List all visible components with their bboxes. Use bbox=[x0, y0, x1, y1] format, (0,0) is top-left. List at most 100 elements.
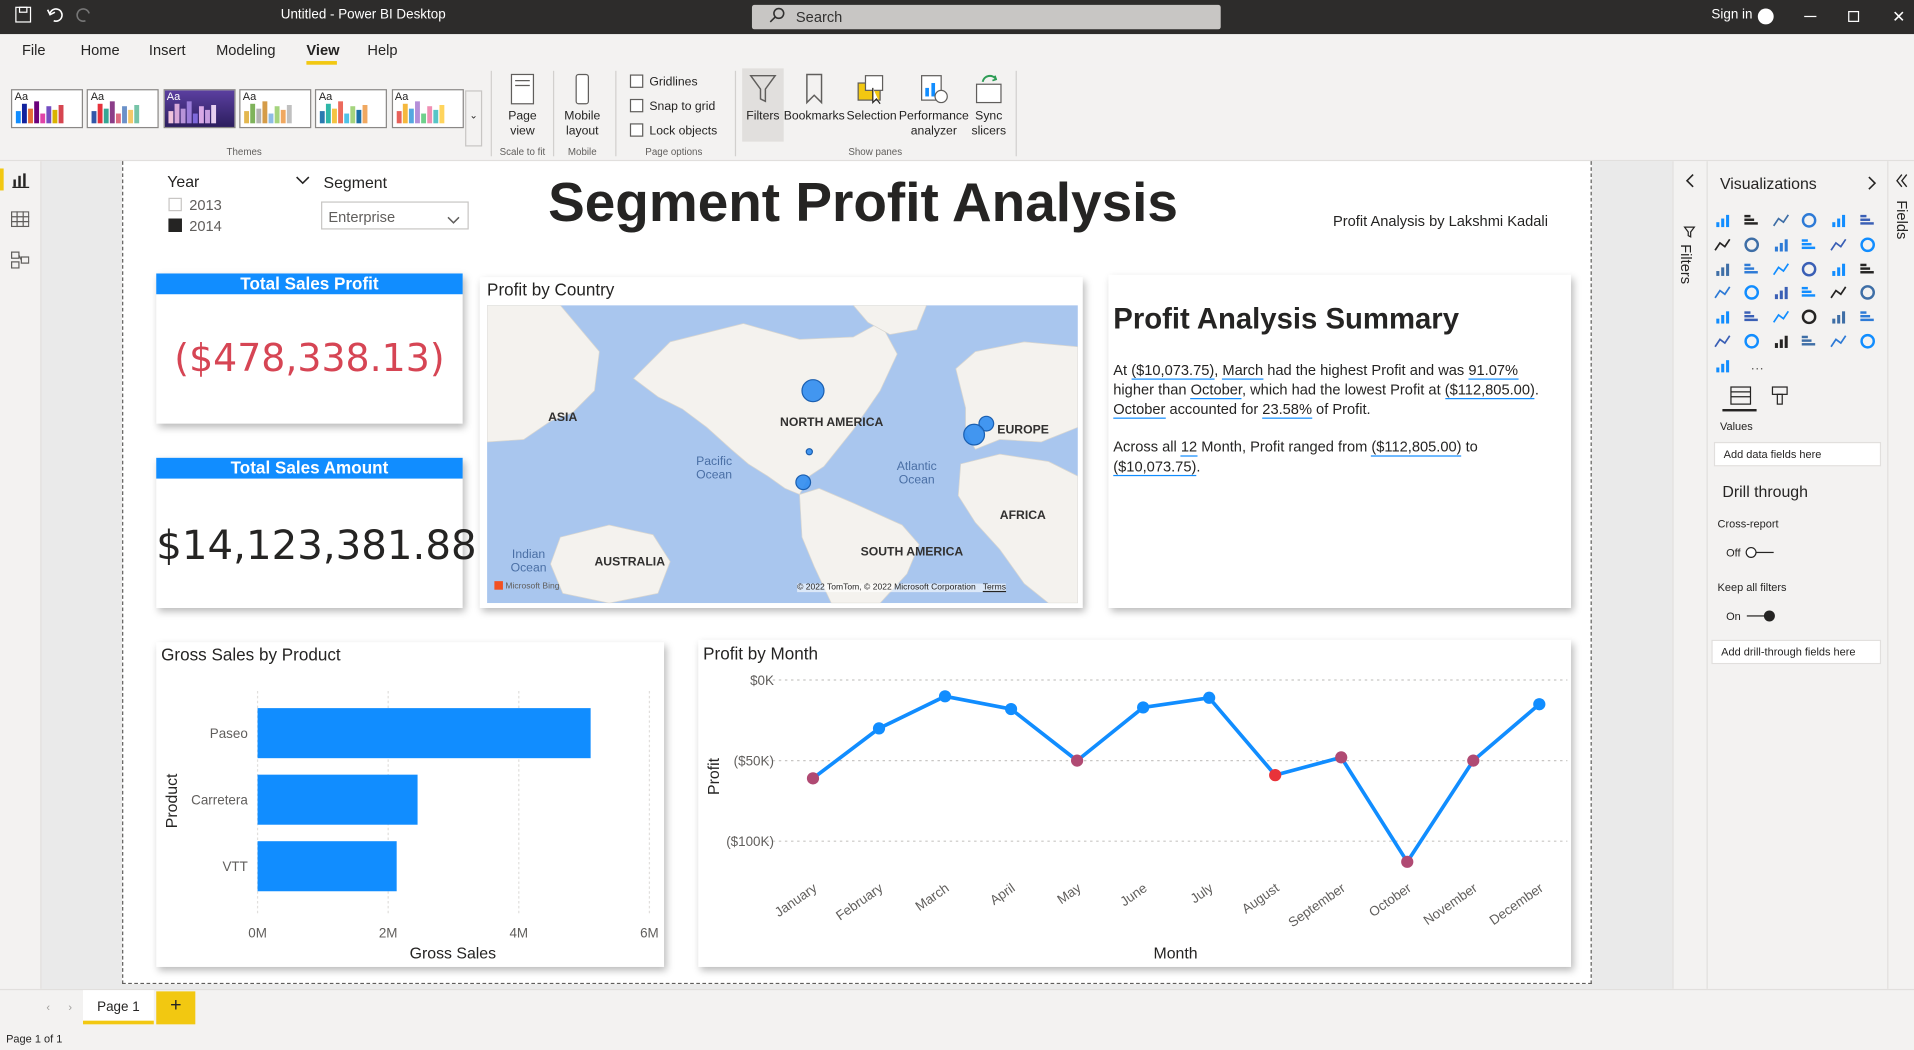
avatar-icon[interactable] bbox=[1757, 8, 1774, 25]
fields-tab-icon[interactable] bbox=[1730, 386, 1752, 412]
menu-view[interactable]: View bbox=[306, 42, 339, 59]
visual-type-icon[interactable] bbox=[1743, 212, 1760, 228]
visual-type-icon[interactable] bbox=[1801, 309, 1818, 325]
close-icon[interactable]: ✕ bbox=[1892, 7, 1905, 27]
kpi-card-amount[interactable]: Total Sales Amount $14,123,381.88 bbox=[156, 457, 477, 609]
visual-type-icon[interactable] bbox=[1801, 261, 1818, 277]
visual-type-icon[interactable] bbox=[1743, 237, 1760, 253]
expand-fields-icon[interactable] bbox=[1896, 172, 1908, 194]
visual-type-icon[interactable] bbox=[1801, 333, 1818, 349]
page-view-button[interactable]: Page view bbox=[505, 73, 539, 139]
menu-help[interactable]: Help bbox=[367, 42, 397, 59]
terms-link[interactable]: Terms bbox=[983, 584, 1006, 593]
snap-to-grid-checkbox[interactable]: Snap to grid bbox=[629, 98, 715, 114]
bookmarks-pane-button[interactable]: Bookmarks bbox=[784, 73, 845, 124]
model-view-icon[interactable] bbox=[10, 251, 30, 275]
theme-swatch[interactable]: Aa bbox=[163, 89, 236, 129]
visual-type-icon[interactable] bbox=[1830, 212, 1847, 228]
menu-home[interactable]: Home bbox=[81, 42, 120, 59]
mobile-layout-button[interactable]: Mobile layout bbox=[559, 73, 605, 139]
save-icon[interactable] bbox=[15, 6, 32, 27]
collapse-viz-icon[interactable] bbox=[1868, 175, 1878, 197]
smart-narrative-card[interactable]: Profit Analysis Summary At ($10,073.75),… bbox=[1108, 274, 1572, 609]
visual-type-icon[interactable] bbox=[1714, 237, 1731, 253]
visual-type-icon[interactable] bbox=[1714, 357, 1731, 373]
report-view-icon[interactable] bbox=[12, 172, 30, 194]
visual-type-icon[interactable] bbox=[1743, 333, 1760, 349]
add-page-button[interactable]: + bbox=[156, 991, 196, 1025]
world-map[interactable] bbox=[487, 305, 1078, 604]
cross-report-toggle[interactable]: Off bbox=[1726, 546, 1774, 559]
add-data-fields-well[interactable]: Add data fields here bbox=[1713, 441, 1882, 467]
segment-dropdown[interactable]: Enterprise bbox=[321, 201, 469, 230]
visual-type-icon[interactable] bbox=[1859, 237, 1876, 253]
minimize-icon[interactable] bbox=[1804, 15, 1817, 18]
sign-in-link[interactable]: Sign in bbox=[1711, 7, 1752, 22]
visual-type-icon[interactable] bbox=[1772, 212, 1789, 228]
visual-type-icon[interactable] bbox=[1743, 285, 1760, 301]
visual-type-icon[interactable] bbox=[1830, 261, 1847, 277]
visual-type-icon[interactable] bbox=[1801, 285, 1818, 301]
map-visual[interactable]: Profit by Country ASIA NORTH AMERICA EUROP… bbox=[479, 277, 1083, 609]
visual-type-icon[interactable] bbox=[1801, 237, 1818, 253]
year-2013-checkbox[interactable] bbox=[168, 197, 182, 212]
add-drill-through-well[interactable]: Add drill-through fields here bbox=[1711, 639, 1882, 665]
format-tab-icon[interactable] bbox=[1770, 386, 1790, 412]
theme-swatch[interactable]: Aa bbox=[10, 89, 84, 129]
prev-page-icon[interactable]: ‹ bbox=[46, 1001, 50, 1013]
visual-type-icon[interactable] bbox=[1743, 261, 1760, 277]
visual-type-icon[interactable] bbox=[1772, 237, 1789, 253]
visual-type-icon[interactable] bbox=[1714, 212, 1731, 228]
next-page-icon[interactable]: › bbox=[68, 1001, 72, 1013]
visual-type-icon[interactable] bbox=[1714, 309, 1731, 325]
visual-type-icon[interactable] bbox=[1859, 285, 1876, 301]
performance-analyzer-button[interactable]: Performance analyzer bbox=[898, 73, 969, 139]
visual-type-icon[interactable] bbox=[1772, 285, 1789, 301]
theme-swatch[interactable]: Aa bbox=[315, 89, 388, 129]
visual-type-icon[interactable] bbox=[1801, 212, 1818, 228]
visual-type-icon[interactable] bbox=[1772, 309, 1789, 325]
tab-page-1[interactable]: Page 1 bbox=[83, 990, 154, 1025]
selection-pane-button[interactable]: Selection bbox=[845, 73, 899, 124]
gridlines-checkbox[interactable]: Gridlines bbox=[629, 74, 698, 89]
visual-type-icon[interactable] bbox=[1714, 261, 1731, 277]
visual-type-icon[interactable] bbox=[1859, 261, 1876, 277]
themes-expand-icon[interactable]: ⌄ bbox=[465, 90, 483, 147]
restore-icon[interactable] bbox=[1848, 10, 1860, 22]
theme-swatch[interactable]: Aa bbox=[239, 89, 312, 129]
visual-type-icon[interactable] bbox=[1830, 333, 1847, 349]
more-visuals-icon[interactable]: ··· bbox=[1750, 361, 1763, 376]
sync-slicers-button[interactable]: Sync slicers bbox=[967, 73, 1011, 139]
visual-type-icon[interactable] bbox=[1772, 261, 1789, 277]
undo-icon[interactable] bbox=[46, 6, 63, 27]
lock-objects-checkbox[interactable]: Lock objects bbox=[629, 123, 717, 138]
kpi-card-profit[interactable]: Total Sales Profit ($478,338.13) bbox=[156, 273, 463, 424]
visual-type-icon[interactable] bbox=[1859, 309, 1876, 325]
theme-swatch[interactable]: Aa bbox=[391, 89, 464, 129]
year-option-2013[interactable]: 2013 bbox=[168, 197, 222, 214]
year-option-2014[interactable]: 2014 bbox=[168, 217, 222, 234]
menu-file[interactable]: File bbox=[22, 42, 46, 59]
theme-swatch[interactable]: Aa bbox=[87, 89, 160, 129]
menu-modeling[interactable]: Modeling bbox=[216, 42, 275, 59]
visual-type-icon[interactable] bbox=[1743, 309, 1760, 325]
menu-insert[interactable]: Insert bbox=[149, 42, 186, 59]
visual-type-icon[interactable] bbox=[1772, 333, 1789, 349]
visual-type-icon[interactable] bbox=[1714, 285, 1731, 301]
visual-type-icon[interactable] bbox=[1859, 212, 1876, 228]
data-view-icon[interactable] bbox=[10, 211, 30, 233]
visual-type-icon[interactable] bbox=[1830, 285, 1847, 301]
year-slicer-chevron-icon[interactable] bbox=[295, 175, 310, 190]
profit-by-month-line-chart[interactable]: Profit by Month $0K ($50K) ($100K) January F… bbox=[698, 639, 1572, 967]
filters-pane[interactable]: Filters bbox=[1672, 161, 1707, 989]
visual-type-icon[interactable] bbox=[1830, 309, 1847, 325]
search-input[interactable]: Search bbox=[751, 4, 1221, 30]
gross-sales-bar-chart[interactable]: Gross Sales by Product 0M 2M 4M 6M Paseo Carr… bbox=[156, 642, 665, 967]
visual-type-icon[interactable] bbox=[1859, 333, 1876, 349]
visual-type-icon[interactable] bbox=[1830, 237, 1847, 253]
visual-type-icon[interactable] bbox=[1714, 333, 1731, 349]
filters-pane-button[interactable]: Filters bbox=[742, 73, 784, 124]
year-2014-checkbox[interactable] bbox=[168, 218, 182, 232]
expand-filters-icon[interactable] bbox=[1685, 172, 1695, 194]
fields-pane[interactable]: Fields bbox=[1887, 161, 1914, 989]
